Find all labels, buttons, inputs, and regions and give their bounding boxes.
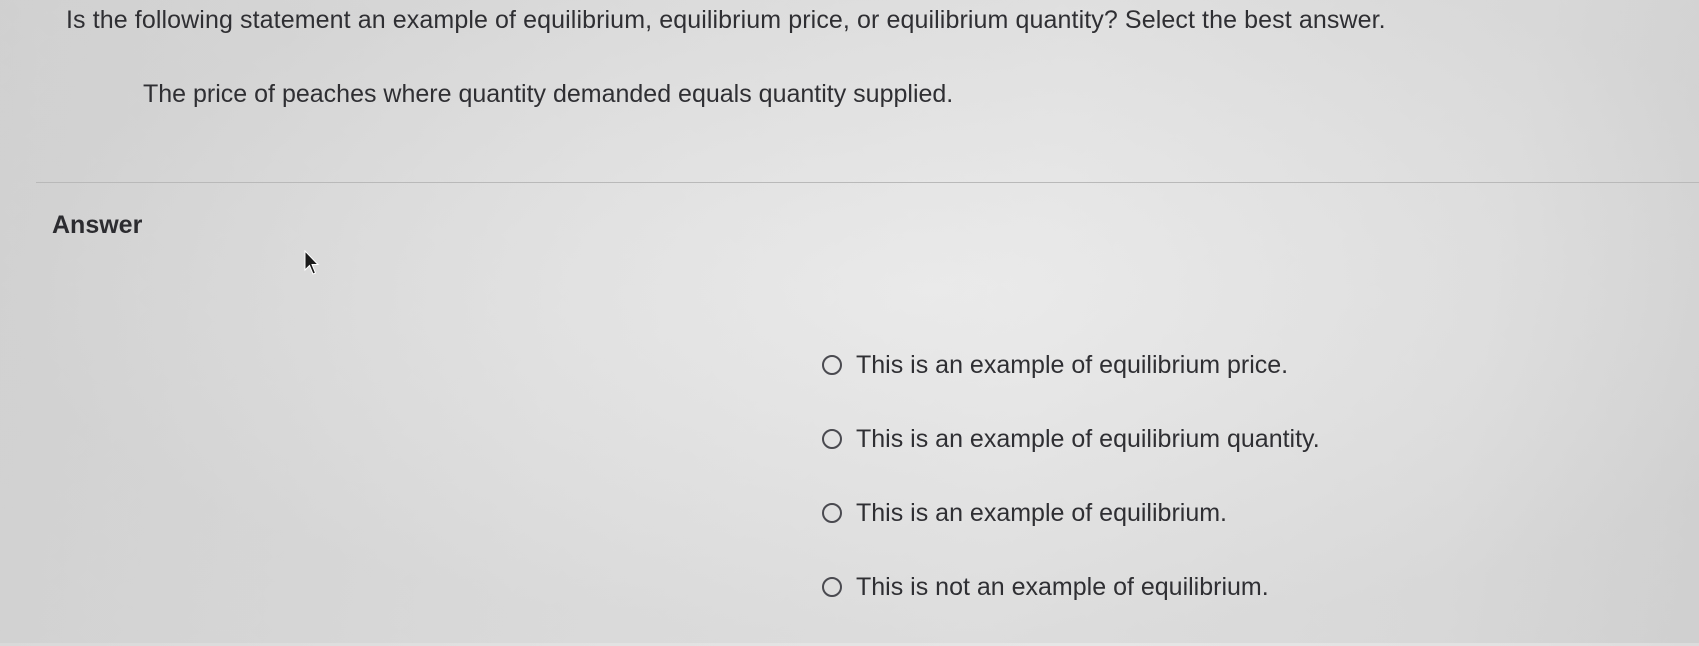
mouse-pointer-icon [304, 250, 320, 275]
option-not-equilibrium[interactable]: This is not an example of equilibrium. [822, 572, 1320, 602]
option-label[interactable]: This is an example of equilibrium. [856, 499, 1227, 528]
question-statement: The price of peaches where quantity dema… [143, 80, 954, 108]
option-equilibrium[interactable]: This is an example of equilibrium. [822, 498, 1320, 528]
question-prompt: Is the following statement an example of… [66, 6, 1386, 34]
radio-button-icon[interactable] [822, 429, 842, 449]
option-equilibrium-quantity[interactable]: This is an example of equilibrium quanti… [822, 424, 1320, 454]
option-label[interactable]: This is an example of equilibrium quanti… [856, 425, 1320, 454]
radio-button-icon[interactable] [822, 577, 842, 597]
radio-button-icon[interactable] [822, 503, 842, 523]
radio-button-icon[interactable] [822, 355, 842, 375]
section-divider [36, 182, 1699, 183]
answer-label: Answer [52, 211, 143, 239]
option-label[interactable]: This is an example of equilibrium price. [856, 351, 1288, 380]
option-label[interactable]: This is not an example of equilibrium. [856, 573, 1269, 602]
answer-options: This is an example of equilibrium price.… [822, 350, 1320, 646]
option-equilibrium-price[interactable]: This is an example of equilibrium price. [822, 350, 1320, 380]
